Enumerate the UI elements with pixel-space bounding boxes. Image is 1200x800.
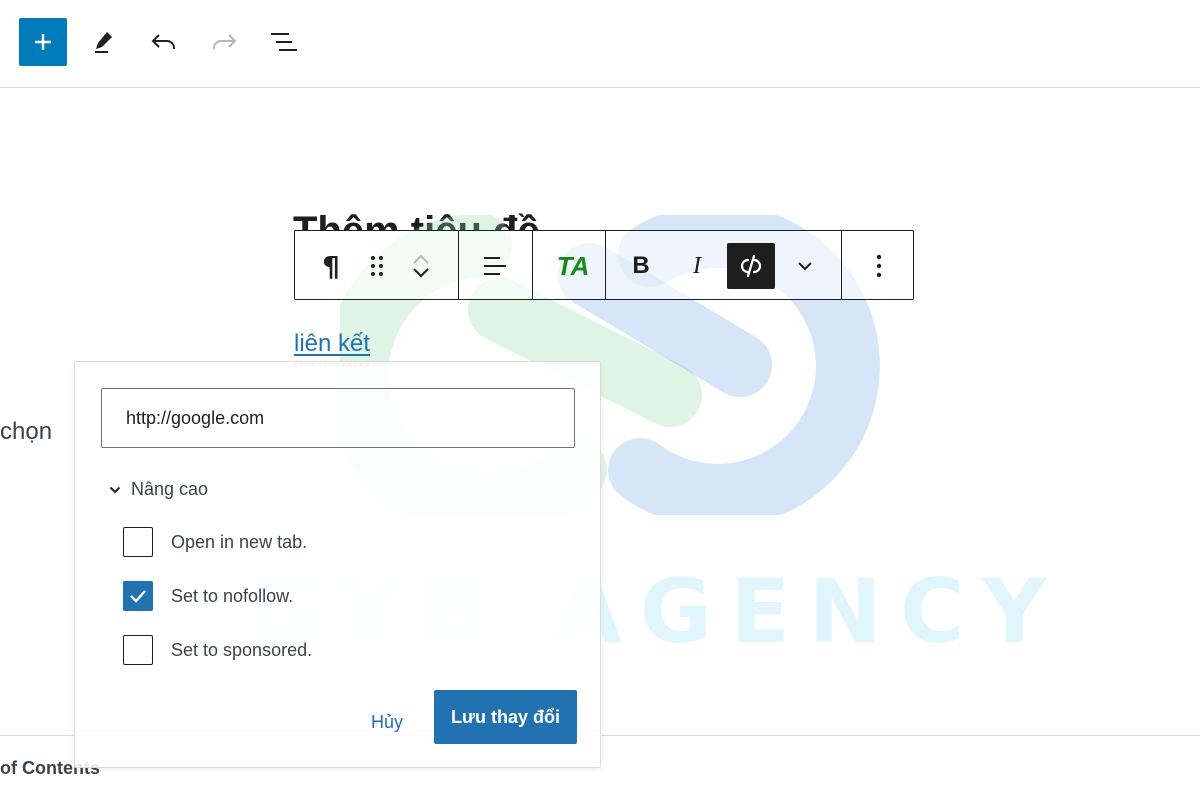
pencil-icon [95, 32, 112, 53]
toolbar-separator [458, 231, 459, 299]
nofollow-checkbox[interactable] [123, 581, 153, 611]
unlink-icon [740, 254, 762, 278]
plus-icon [35, 34, 51, 50]
toolbar-separator [532, 231, 533, 299]
more-formatting-button[interactable] [781, 243, 829, 289]
cancel-button[interactable]: Hủy [357, 702, 417, 742]
advanced-toggle[interactable]: Nâng cao [109, 479, 208, 500]
tools-button[interactable] [80, 18, 128, 66]
block-toolbar: ¶ TA B I [294, 230, 914, 300]
unlink-button[interactable] [727, 243, 775, 289]
option-label: Set to sponsored. [171, 639, 313, 660]
align-left-icon [484, 257, 506, 275]
check-icon [130, 590, 146, 603]
drag-handle-icon [371, 256, 383, 276]
option-label: Open in new tab. [171, 531, 308, 552]
option-open-new-tab[interactable]: Open in new tab. [123, 527, 307, 557]
option-label: Set to nofollow. [171, 585, 294, 606]
option-sponsored[interactable]: Set to sponsored. [123, 635, 312, 665]
redo-button[interactable] [200, 18, 248, 66]
linked-text[interactable]: liên kết [294, 330, 371, 366]
option-nofollow[interactable]: Set to nofollow. [123, 581, 293, 611]
paragraph-block-button[interactable]: ¶ [307, 243, 355, 289]
paragraph-text-fragment: chọn [0, 418, 53, 445]
chevron-up-icon[interactable] [411, 252, 431, 266]
chevron-down-icon [109, 486, 121, 493]
drag-handle[interactable] [357, 243, 397, 289]
block-options-button[interactable] [855, 243, 903, 289]
chevron-down-icon[interactable] [411, 266, 431, 280]
save-changes-button[interactable]: Lưu thay đổi [434, 690, 577, 744]
url-input[interactable] [101, 388, 575, 448]
advanced-label: Nâng cao [131, 479, 209, 499]
move-block-control [401, 243, 441, 289]
list-view-icon [271, 33, 297, 51]
toolbar-separator [605, 231, 606, 299]
more-vertical-icon [876, 254, 882, 278]
redo-icon [213, 34, 237, 49]
thirsty-affiliates-button[interactable]: TA [543, 243, 603, 289]
align-text-button[interactable] [471, 243, 519, 289]
link-settings-popover: Nâng cao Open in new tab. Set to nofollo… [74, 361, 601, 768]
italic-button[interactable]: I [673, 243, 721, 289]
chevron-down-icon [798, 262, 812, 271]
editor-top-toolbar [0, 0, 1200, 88]
add-block-button[interactable] [19, 18, 67, 66]
open-new-tab-checkbox[interactable] [123, 527, 153, 557]
undo-icon [151, 34, 175, 49]
toolbar-separator [841, 231, 842, 299]
sponsored-checkbox[interactable] [123, 635, 153, 665]
document-overview-button[interactable] [260, 18, 308, 66]
undo-button[interactable] [140, 18, 188, 66]
bold-button[interactable]: B [617, 243, 665, 289]
